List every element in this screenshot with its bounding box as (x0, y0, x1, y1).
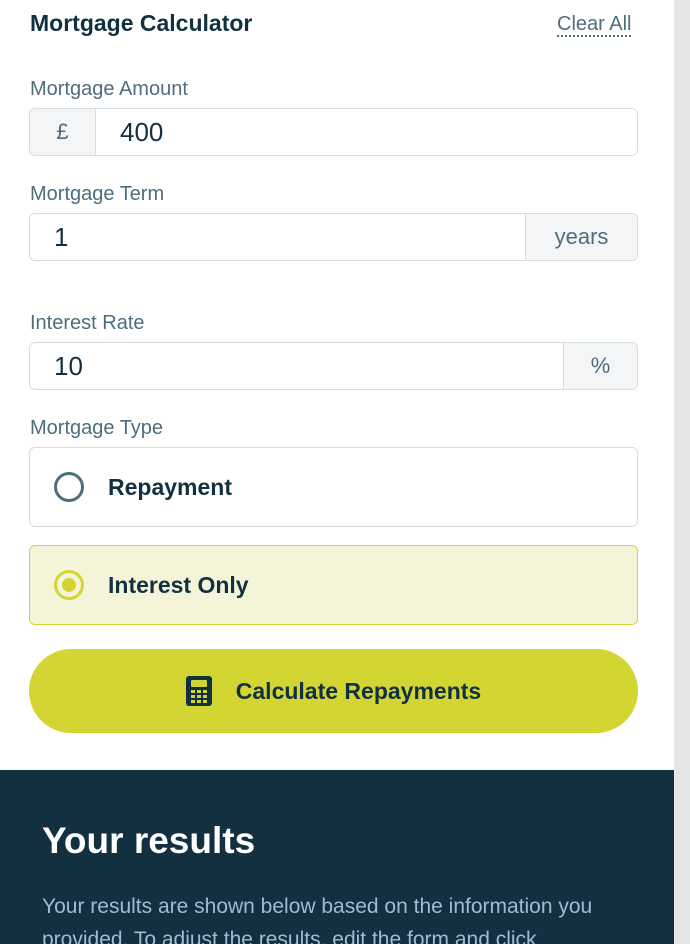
mortgage-term-input[interactable]: 1 (30, 214, 525, 260)
mortgage-amount-input[interactable]: 400 (96, 109, 637, 155)
mortgage-term-label: Mortgage Term (30, 183, 165, 205)
mortgage-amount-label: Mortgage Amount (30, 78, 188, 100)
results-description: Your results are shown below based on th… (42, 895, 593, 944)
currency-prefix: £ (30, 109, 96, 155)
calculate-repayments-button[interactable]: Calculate Repayments (29, 649, 638, 733)
mortgage-term-field[interactable]: 1 years (29, 213, 638, 261)
mortgage-type-label: Mortgage Type (30, 417, 164, 439)
calculator-icon (185, 676, 212, 706)
scrollbar[interactable] (674, 0, 690, 944)
interest-only-radio[interactable] (54, 570, 84, 600)
repayment-radio[interactable] (54, 472, 84, 502)
results-title: Your results (42, 820, 256, 861)
clear-all-link[interactable]: Clear All (557, 13, 631, 36)
repayment-option-label: Repayment (108, 473, 232, 500)
results-panel: Your results Your results are shown belo… (0, 770, 674, 944)
interest-rate-field[interactable]: 10 % (29, 342, 638, 390)
page-title: Mortgage Calculator (30, 10, 253, 36)
mortgage-amount-field[interactable]: £ 400 (29, 108, 638, 156)
interest-only-option-label: Interest Only (108, 571, 249, 598)
percent-suffix: % (563, 343, 637, 389)
interest-rate-label: Interest Rate (30, 312, 145, 334)
calculate-button-label: Calculate Repayments (235, 677, 482, 704)
repayment-option[interactable]: Repayment (29, 447, 638, 527)
term-suffix: years (525, 214, 637, 260)
interest-only-option[interactable]: Interest Only (29, 545, 638, 625)
interest-rate-input[interactable]: 10 (30, 343, 563, 389)
